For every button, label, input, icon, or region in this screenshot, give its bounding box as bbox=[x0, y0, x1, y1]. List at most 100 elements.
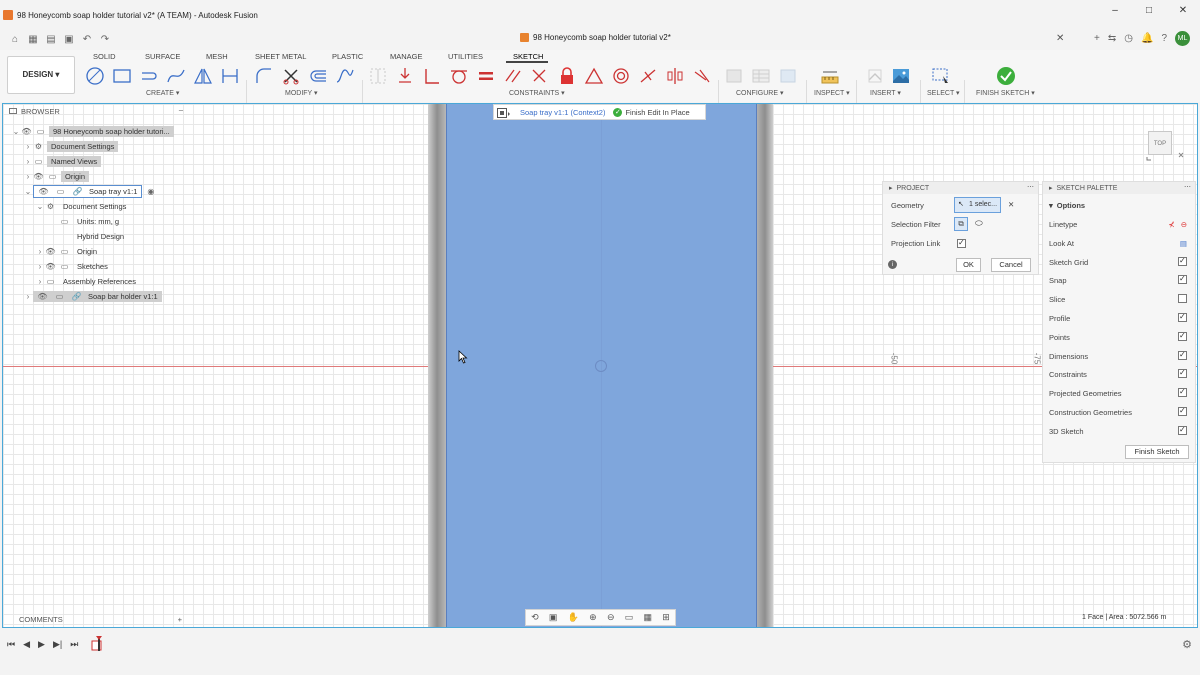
step-forward-icon[interactable]: ▶| bbox=[53, 639, 62, 650]
eye-hidden-icon[interactable]: 👁 bbox=[33, 172, 44, 181]
finish-sketch-icon[interactable] bbox=[996, 66, 1016, 86]
palette-option-checkbox[interactable] bbox=[1178, 350, 1187, 362]
palette-option-checkbox[interactable] bbox=[1178, 387, 1187, 399]
palette-option-checkbox[interactable] bbox=[1178, 425, 1187, 437]
project-tool-icon[interactable] bbox=[368, 66, 388, 86]
palette-option-checkbox[interactable] bbox=[1178, 331, 1187, 343]
tab-sketch[interactable]: SKETCH bbox=[513, 52, 543, 61]
browser-item-assembly-references[interactable]: › ▭ Assembly References bbox=[35, 274, 140, 288]
create-menu[interactable]: CREATE ▾ bbox=[146, 89, 179, 97]
browser-item-soap-tray[interactable]: ⌄ 👁 ▭ 🔗 Soap tray v1:1 ◉ bbox=[23, 184, 159, 198]
checkbox[interactable] bbox=[1178, 368, 1187, 379]
inspect-menu[interactable]: INSPECT ▾ bbox=[814, 89, 850, 97]
checkbox[interactable] bbox=[1178, 294, 1187, 304]
chevron-right-icon[interactable]: › bbox=[23, 157, 33, 166]
avatar[interactable]: ML bbox=[1175, 31, 1190, 46]
collapse-arrow-icon[interactable]: ▸ bbox=[1049, 184, 1053, 192]
eye-icon[interactable]: 👁 bbox=[38, 187, 49, 196]
options-section[interactable]: ▾ Options bbox=[1049, 198, 1191, 212]
notifications-icon[interactable]: 🔔 bbox=[1141, 33, 1153, 44]
browser-item-sketches[interactable]: › 👁 ▭ Sketches bbox=[35, 259, 112, 273]
home-icon[interactable]: ⌂ bbox=[9, 34, 21, 46]
centerline-icon[interactable]: ⊖ bbox=[1181, 220, 1187, 229]
finish-sketch-menu[interactable]: FINISH SKETCH ▾ bbox=[976, 89, 1035, 97]
checkbox[interactable] bbox=[1178, 425, 1187, 435]
insert-menu[interactable]: INSERT ▾ bbox=[870, 89, 901, 97]
grid-settings-icon[interactable]: ▦ bbox=[644, 612, 653, 623]
browser-root[interactable]: ⌄ 👁 ▭ 98 Honeycomb soap holder tutori... bbox=[11, 124, 174, 138]
palette-option-checkbox[interactable] bbox=[1178, 274, 1187, 286]
parallel-constraint-icon[interactable] bbox=[503, 66, 523, 86]
palette-option-checkbox[interactable] bbox=[1178, 368, 1187, 380]
zoom-icon[interactable]: ⊕ bbox=[589, 612, 597, 623]
collapse-icon[interactable]: – bbox=[179, 105, 183, 114]
insert-derive-icon[interactable] bbox=[865, 66, 885, 86]
specified-entities-filter-icon[interactable]: ⧉ bbox=[954, 217, 968, 231]
offline-icon[interactable]: ⇆ bbox=[1108, 33, 1116, 44]
chevron-right-icon[interactable]: › bbox=[35, 277, 45, 286]
equal-constraint-icon[interactable] bbox=[476, 66, 496, 86]
checkbox[interactable] bbox=[1178, 406, 1187, 416]
redo-icon[interactable]: ↷ bbox=[99, 34, 111, 46]
tab-manage[interactable]: MANAGE bbox=[390, 52, 423, 61]
constraints-menu[interactable]: CONSTRAINTS ▾ bbox=[509, 89, 565, 97]
file-menu-icon[interactable]: ▤ bbox=[45, 34, 57, 46]
chevron-right-icon[interactable]: › bbox=[35, 247, 45, 256]
go-to-end-icon[interactable]: ⏭ bbox=[70, 639, 78, 650]
trim-tool-icon[interactable] bbox=[281, 66, 301, 86]
slot-tool-icon[interactable] bbox=[139, 66, 159, 86]
palette-option-checkbox[interactable] bbox=[1178, 312, 1187, 324]
tab-surface[interactable]: SURFACE bbox=[145, 52, 180, 61]
tab-mesh[interactable]: MESH bbox=[206, 52, 228, 61]
checkbox[interactable] bbox=[1178, 387, 1187, 398]
tab-plastic[interactable]: PLASTIC bbox=[332, 52, 363, 61]
close-window-button[interactable]: ✕ bbox=[1166, 0, 1200, 30]
document-tab[interactable]: 98 Honeycomb soap holder tutorial v2* bbox=[520, 33, 671, 42]
minimize-button[interactable]: – bbox=[1098, 0, 1132, 30]
tangent-constraint-icon[interactable] bbox=[449, 66, 469, 86]
fix-constraint-icon[interactable] bbox=[692, 66, 712, 86]
maximize-button[interactable]: □ bbox=[1132, 0, 1166, 30]
browser-item-units[interactable]: ▭ Units: mm, g bbox=[59, 214, 123, 228]
undo-icon[interactable]: ↶ bbox=[81, 34, 93, 46]
coincident-constraint-icon[interactable] bbox=[422, 66, 442, 86]
offset-tool-icon[interactable] bbox=[308, 66, 328, 86]
browser-item-sub-origin[interactable]: › 👁 ▭ Origin bbox=[35, 244, 101, 258]
project-geometry-icon[interactable] bbox=[395, 66, 415, 86]
orbit-icon[interactable]: ⟲ bbox=[531, 612, 539, 623]
palette-option-checkbox[interactable] bbox=[1178, 256, 1187, 268]
palette-option-checkbox[interactable] bbox=[1178, 406, 1187, 418]
tab-utilities[interactable]: UTILITIES bbox=[448, 52, 483, 61]
browser-item-hybrid-design[interactable]: Hybrid Design bbox=[59, 229, 128, 243]
ok-button[interactable]: OK bbox=[956, 258, 981, 272]
clear-selection-icon[interactable]: ✕ bbox=[1008, 200, 1014, 209]
select-tool-icon[interactable] bbox=[931, 66, 951, 86]
modify-menu[interactable]: MODIFY ▾ bbox=[285, 89, 318, 97]
timeline-sketch-marker-icon[interactable] bbox=[91, 635, 105, 651]
chevron-right-icon[interactable]: › bbox=[23, 142, 33, 151]
soap-tray-node[interactable]: 👁 ▭ 🔗 Soap tray v1:1 bbox=[33, 184, 143, 198]
expand-icon[interactable]: ⋯ bbox=[1184, 183, 1191, 191]
grid-icon[interactable]: ▦ bbox=[27, 34, 39, 46]
info-icon[interactable]: i bbox=[888, 260, 897, 269]
bodies-filter-icon[interactable]: ⬭ bbox=[975, 218, 983, 229]
component-context-icon[interactable] bbox=[497, 108, 511, 118]
checkbox[interactable] bbox=[1178, 350, 1187, 360]
help-icon[interactable]: ? bbox=[1161, 33, 1167, 44]
eye-icon[interactable]: 👁 bbox=[21, 127, 32, 136]
checkbox[interactable] bbox=[1178, 274, 1187, 285]
browser-item-named-views[interactable]: › ▭ Named Views bbox=[23, 154, 102, 168]
fit-icon[interactable]: ⊖ bbox=[607, 612, 615, 623]
lock-icon[interactable] bbox=[557, 66, 577, 86]
checkbox[interactable] bbox=[1178, 331, 1187, 341]
save-icon[interactable]: ▣ bbox=[63, 34, 75, 46]
triangle-constraint-icon[interactable] bbox=[584, 66, 604, 86]
circle-tool-icon[interactable] bbox=[85, 66, 105, 86]
eye-hidden-icon[interactable]: 👁 bbox=[45, 247, 56, 256]
timeline-settings-icon[interactable]: ⚙ bbox=[1182, 638, 1192, 651]
eye-icon[interactable]: 👁 bbox=[37, 292, 48, 301]
display-settings-icon[interactable]: ▭ bbox=[625, 612, 634, 623]
chevron-down-icon[interactable]: ⌄ bbox=[23, 187, 33, 196]
viewports-icon[interactable]: ⊞ bbox=[662, 612, 670, 623]
configure-rule-icon[interactable] bbox=[778, 66, 798, 86]
